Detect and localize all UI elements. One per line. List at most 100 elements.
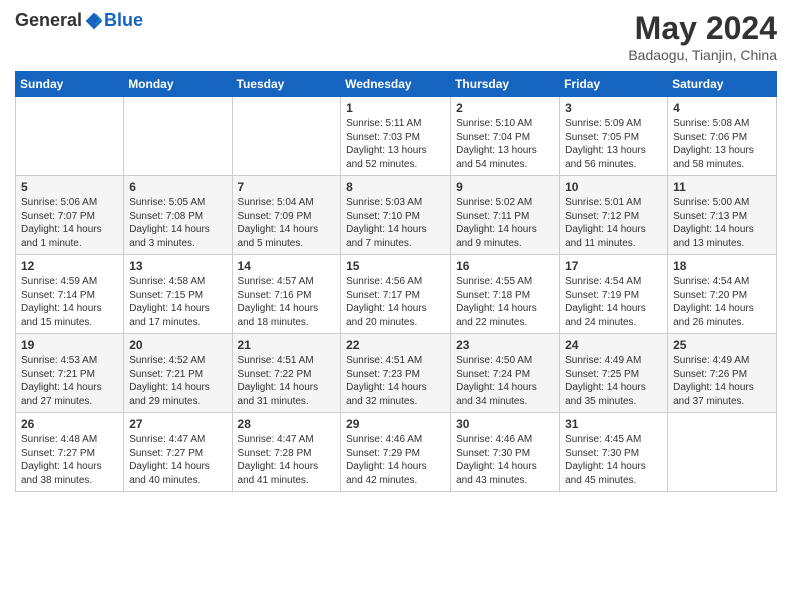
calendar-cell: 14 Sunrise: 4:57 AM Sunset: 7:16 PM Dayli… — [232, 255, 341, 334]
calendar-header-friday: Friday — [560, 72, 668, 97]
day-info: Sunrise: 5:11 AM Sunset: 7:03 PM Dayligh… — [346, 117, 445, 171]
calendar-week-2: 5 Sunrise: 5:06 AM Sunset: 7:07 PM Daylig… — [16, 176, 777, 255]
day-info: Sunrise: 5:05 AM Sunset: 7:08 PM Dayligh… — [129, 196, 226, 250]
day-number: 20 — [129, 338, 226, 352]
calendar-week-4: 19 Sunrise: 4:53 AM Sunset: 7:21 PM Dayli… — [16, 334, 777, 413]
calendar-cell — [668, 413, 777, 492]
page: General Blue May 2024 Badaogu, Tianjin, … — [0, 0, 792, 612]
day-info: Sunrise: 5:01 AM Sunset: 7:12 PM Dayligh… — [565, 196, 662, 250]
calendar-cell: 2 Sunrise: 5:10 AM Sunset: 7:04 PM Daylig… — [451, 97, 560, 176]
calendar-week-3: 12 Sunrise: 4:59 AM Sunset: 7:14 PM Dayli… — [16, 255, 777, 334]
calendar-cell: 10 Sunrise: 5:01 AM Sunset: 7:12 PM Dayli… — [560, 176, 668, 255]
day-number: 29 — [346, 417, 445, 431]
day-info: Sunrise: 5:08 AM Sunset: 7:06 PM Dayligh… — [673, 117, 771, 171]
header: General Blue May 2024 Badaogu, Tianjin, … — [15, 10, 777, 63]
calendar-header-sunday: Sunday — [16, 72, 124, 97]
logo-general-text: General — [15, 10, 82, 31]
logo-icon — [84, 11, 104, 31]
day-info: Sunrise: 4:59 AM Sunset: 7:14 PM Dayligh… — [21, 275, 118, 329]
calendar-week-5: 26 Sunrise: 4:48 AM Sunset: 7:27 PM Dayli… — [16, 413, 777, 492]
day-number: 24 — [565, 338, 662, 352]
day-info: Sunrise: 5:06 AM Sunset: 7:07 PM Dayligh… — [21, 196, 118, 250]
calendar-cell: 3Sunrise: 5:09 AM Sunset: 7:05 PM Daylig… — [560, 97, 668, 176]
day-number: 2 — [456, 101, 554, 115]
calendar-header-saturday: Saturday — [668, 72, 777, 97]
day-info: Sunrise: 4:46 AM Sunset: 7:29 PM Dayligh… — [346, 433, 445, 487]
calendar-cell: 16Sunrise: 4:55 AM Sunset: 7:18 PM Dayli… — [451, 255, 560, 334]
calendar-cell — [232, 97, 341, 176]
calendar-week-1: 1Sunrise: 5:11 AM Sunset: 7:03 PM Daylig… — [16, 97, 777, 176]
calendar-cell: 31Sunrise: 4:45 AM Sunset: 7:30 PM Dayli… — [560, 413, 668, 492]
location: Badaogu, Tianjin, China — [628, 47, 777, 63]
calendar-cell — [16, 97, 124, 176]
day-info: Sunrise: 5:02 AM Sunset: 7:11 PM Dayligh… — [456, 196, 554, 250]
calendar-cell: 19 Sunrise: 4:53 AM Sunset: 7:21 PM Dayli… — [16, 334, 124, 413]
day-number: 4 — [673, 101, 771, 115]
day-info: Sunrise: 5:00 AM Sunset: 7:13 PM Dayligh… — [673, 196, 771, 250]
day-info: Sunrise: 4:45 AM Sunset: 7:30 PM Dayligh… — [565, 433, 662, 487]
day-number: 15 — [346, 259, 445, 273]
day-info: Sunrise: 4:55 AM Sunset: 7:18 PM Dayligh… — [456, 275, 554, 329]
calendar-cell — [124, 97, 232, 176]
logo: General Blue — [15, 10, 143, 31]
day-info: Sunrise: 4:51 AM Sunset: 7:23 PM Dayligh… — [346, 354, 445, 408]
day-number: 5 — [21, 180, 118, 194]
title-section: May 2024 Badaogu, Tianjin, China — [628, 10, 777, 63]
calendar: SundayMondayTuesdayWednesdayThursdayFrid… — [15, 71, 777, 492]
calendar-cell: 5 Sunrise: 5:06 AM Sunset: 7:07 PM Daylig… — [16, 176, 124, 255]
calendar-cell: 25 Sunrise: 4:49 AM Sunset: 7:26 PM Dayli… — [668, 334, 777, 413]
day-info: Sunrise: 4:52 AM Sunset: 7:21 PM Dayligh… — [129, 354, 226, 408]
day-number: 22 — [346, 338, 445, 352]
day-info: Sunrise: 5:03 AM Sunset: 7:10 PM Dayligh… — [346, 196, 445, 250]
calendar-cell: 12 Sunrise: 4:59 AM Sunset: 7:14 PM Dayli… — [16, 255, 124, 334]
calendar-cell: 6Sunrise: 5:05 AM Sunset: 7:08 PM Daylig… — [124, 176, 232, 255]
calendar-cell: 1Sunrise: 5:11 AM Sunset: 7:03 PM Daylig… — [341, 97, 451, 176]
calendar-cell: 11Sunrise: 5:00 AM Sunset: 7:13 PM Dayli… — [668, 176, 777, 255]
day-info: Sunrise: 4:53 AM Sunset: 7:21 PM Dayligh… — [21, 354, 118, 408]
calendar-cell: 8 Sunrise: 5:03 AM Sunset: 7:10 PM Daylig… — [341, 176, 451, 255]
calendar-cell: 30Sunrise: 4:46 AM Sunset: 7:30 PM Dayli… — [451, 413, 560, 492]
calendar-cell: 28Sunrise: 4:47 AM Sunset: 7:28 PM Dayli… — [232, 413, 341, 492]
calendar-cell: 24 Sunrise: 4:49 AM Sunset: 7:25 PM Dayli… — [560, 334, 668, 413]
day-info: Sunrise: 4:58 AM Sunset: 7:15 PM Dayligh… — [129, 275, 226, 329]
day-info: Sunrise: 4:50 AM Sunset: 7:24 PM Dayligh… — [456, 354, 554, 408]
calendar-cell: 22 Sunrise: 4:51 AM Sunset: 7:23 PM Dayli… — [341, 334, 451, 413]
calendar-cell: 27Sunrise: 4:47 AM Sunset: 7:27 PM Dayli… — [124, 413, 232, 492]
calendar-cell: 7Sunrise: 5:04 AM Sunset: 7:09 PM Daylig… — [232, 176, 341, 255]
calendar-header-wednesday: Wednesday — [341, 72, 451, 97]
day-number: 14 — [238, 259, 336, 273]
day-info: Sunrise: 4:47 AM Sunset: 7:27 PM Dayligh… — [129, 433, 226, 487]
day-number: 13 — [129, 259, 226, 273]
day-info: Sunrise: 4:49 AM Sunset: 7:26 PM Dayligh… — [673, 354, 771, 408]
day-number: 7 — [238, 180, 336, 194]
calendar-cell: 9 Sunrise: 5:02 AM Sunset: 7:11 PM Daylig… — [451, 176, 560, 255]
day-info: Sunrise: 4:54 AM Sunset: 7:20 PM Dayligh… — [673, 275, 771, 329]
calendar-header-monday: Monday — [124, 72, 232, 97]
calendar-cell: 18 Sunrise: 4:54 AM Sunset: 7:20 PM Dayli… — [668, 255, 777, 334]
day-number: 12 — [21, 259, 118, 273]
day-info: Sunrise: 5:10 AM Sunset: 7:04 PM Dayligh… — [456, 117, 554, 171]
day-number: 17 — [565, 259, 662, 273]
day-number: 30 — [456, 417, 554, 431]
day-info: Sunrise: 4:49 AM Sunset: 7:25 PM Dayligh… — [565, 354, 662, 408]
day-number: 19 — [21, 338, 118, 352]
calendar-header-thursday: Thursday — [451, 72, 560, 97]
day-number: 18 — [673, 259, 771, 273]
day-info: Sunrise: 4:54 AM Sunset: 7:19 PM Dayligh… — [565, 275, 662, 329]
logo-blue-text: Blue — [104, 10, 143, 31]
calendar-cell: 23 Sunrise: 4:50 AM Sunset: 7:24 PM Dayli… — [451, 334, 560, 413]
day-number: 26 — [21, 417, 118, 431]
calendar-header-row: SundayMondayTuesdayWednesdayThursdayFrid… — [16, 72, 777, 97]
day-number: 21 — [238, 338, 336, 352]
day-number: 28 — [238, 417, 336, 431]
day-number: 8 — [346, 180, 445, 194]
day-number: 23 — [456, 338, 554, 352]
day-number: 25 — [673, 338, 771, 352]
day-info: Sunrise: 4:56 AM Sunset: 7:17 PM Dayligh… — [346, 275, 445, 329]
day-info: Sunrise: 5:09 AM Sunset: 7:05 PM Dayligh… — [565, 117, 662, 171]
calendar-header-tuesday: Tuesday — [232, 72, 341, 97]
day-info: Sunrise: 4:57 AM Sunset: 7:16 PM Dayligh… — [238, 275, 336, 329]
day-number: 10 — [565, 180, 662, 194]
day-number: 9 — [456, 180, 554, 194]
day-info: Sunrise: 4:48 AM Sunset: 7:27 PM Dayligh… — [21, 433, 118, 487]
